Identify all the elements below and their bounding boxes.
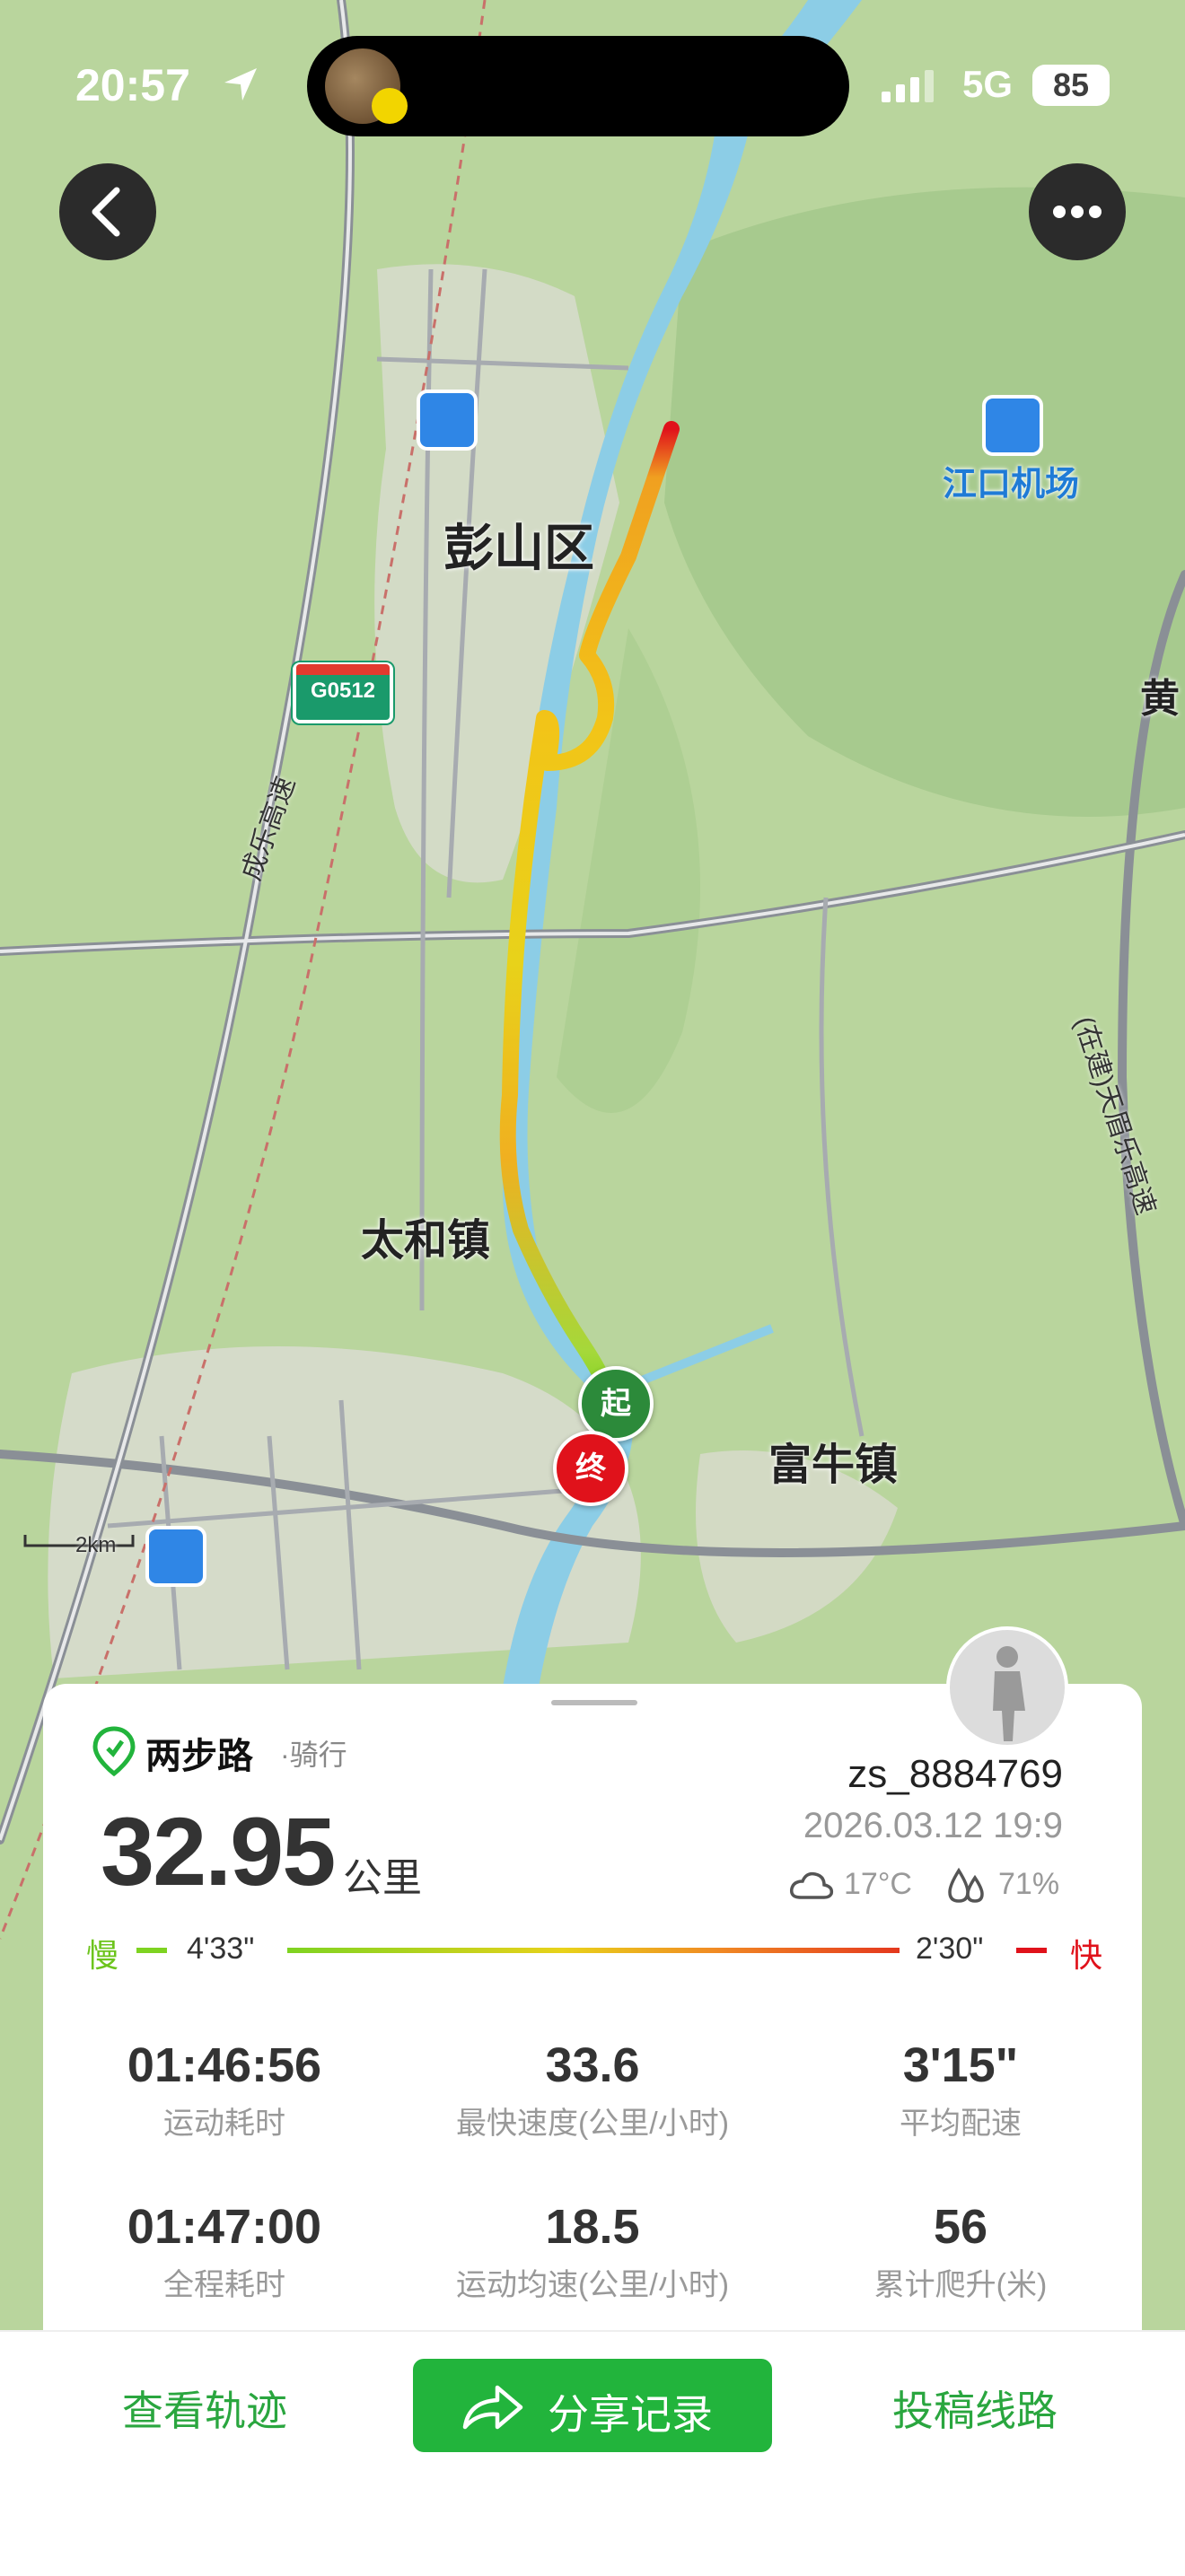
- brand-logo-icon: [92, 1726, 136, 1777]
- highway-shield: G0512: [293, 662, 393, 723]
- stat-label: 平均配速: [900, 2107, 1022, 2141]
- stat-label: 运动耗时: [163, 2107, 285, 2141]
- battery-indicator: 85: [1032, 65, 1110, 106]
- stat-moving-time: 01:46:56 运动耗时: [63, 2037, 386, 2142]
- stat-value: 18.5: [545, 2200, 640, 2254]
- view-track-button[interactable]: 查看轨迹: [122, 2379, 287, 2438]
- pace-slow-swatch: [136, 1948, 167, 1953]
- share-record-button[interactable]: 分享记录: [413, 2359, 772, 2452]
- avatar[interactable]: [946, 1626, 1068, 1748]
- train-station-icon[interactable]: [417, 390, 478, 451]
- stat-elevation-gain: 56 累计爬升(米): [799, 2199, 1122, 2304]
- more-button[interactable]: [1029, 163, 1126, 260]
- pace-gradient-bar: [287, 1948, 900, 1953]
- island-badge-icon: [372, 88, 408, 124]
- network-type: 5G: [962, 63, 1014, 105]
- stat-label: 累计爬升(米): [873, 2268, 1048, 2302]
- activity-type: ·骑行: [280, 1739, 347, 1771]
- train-station-icon[interactable]: [145, 1526, 206, 1587]
- drag-handle[interactable]: [551, 1700, 637, 1705]
- share-icon: [462, 2385, 523, 2430]
- humidity-icon: [948, 1867, 984, 1903]
- temperature: 17°C: [844, 1867, 912, 1901]
- map-label-funiu: 富牛镇: [768, 1441, 899, 1489]
- map-scale-label: 2km: [75, 1533, 117, 1557]
- airplane-icon[interactable]: [982, 395, 1043, 456]
- chevron-left-icon: [92, 187, 120, 237]
- stat-label: 最快速度(公里/小时): [455, 2107, 730, 2141]
- stat-total-time: 01:47:00 全程耗时: [63, 2199, 386, 2304]
- pace-slow-label: 慢: [86, 1937, 119, 1974]
- stat-label: 全程耗时: [163, 2268, 285, 2302]
- share-record-label: 分享记录: [548, 2391, 713, 2438]
- status-bar: 20:57 5G 85: [0, 0, 1185, 162]
- stat-value: 56: [933, 2200, 988, 2254]
- activity-datetime: 2026.03.12 19:9: [803, 1806, 1063, 1845]
- stat-label: 运动均速(公里/小时): [455, 2268, 730, 2302]
- pace-legend: 慢 4'33" 2'30" 快: [86, 1930, 1103, 1975]
- username[interactable]: zs_8884769: [847, 1752, 1063, 1797]
- map-label-taihe: 太和镇: [361, 1217, 491, 1265]
- status-time: 20:57: [75, 60, 190, 110]
- map-label-airport: 江口机场: [943, 466, 1080, 504]
- submit-route-button[interactable]: 投稿线路: [892, 2379, 1058, 2438]
- stat-avg-speed: 18.5 运动均速(公里/小时): [431, 2199, 754, 2304]
- distance-value: 32.95: [101, 1797, 336, 1906]
- pace-fast-swatch: [1016, 1948, 1047, 1953]
- distance-unit: 公里: [343, 1856, 422, 1900]
- back-button[interactable]: [59, 163, 156, 260]
- route-end-marker[interactable]: 终: [553, 1431, 628, 1506]
- map-label-huang: 黄: [1140, 677, 1180, 721]
- stat-avg-pace: 3'15" 平均配速: [799, 2037, 1122, 2142]
- stat-value: 01:47:00: [127, 2200, 322, 2254]
- highway-shield-label: G0512: [310, 679, 376, 703]
- location-arrow-icon: [224, 68, 257, 101]
- humidity: 71%: [998, 1867, 1060, 1901]
- pace-fast-label: 快: [1070, 1937, 1103, 1974]
- cloud-icon: [789, 1871, 834, 1899]
- pace-slow-value: 4'33": [187, 1932, 255, 1966]
- weather-info: 17°C 71%: [788, 1862, 1066, 1906]
- hiker-icon: [993, 1646, 1025, 1741]
- signal-icon: [882, 70, 934, 102]
- dynamic-island[interactable]: [307, 36, 849, 136]
- brand-name: 两步路: [145, 1737, 253, 1776]
- stat-value: 01:46:56: [127, 2038, 322, 2092]
- stat-max-speed: 33.6 最快速度(公里/小时): [431, 2037, 754, 2142]
- stat-value: 33.6: [545, 2038, 640, 2092]
- stat-value: 3'15": [902, 2038, 1019, 2092]
- map-label-pengshan: 彭山区: [443, 520, 594, 576]
- pace-fast-value: 2'30": [916, 1932, 984, 1966]
- more-horizontal-icon: [1053, 206, 1102, 218]
